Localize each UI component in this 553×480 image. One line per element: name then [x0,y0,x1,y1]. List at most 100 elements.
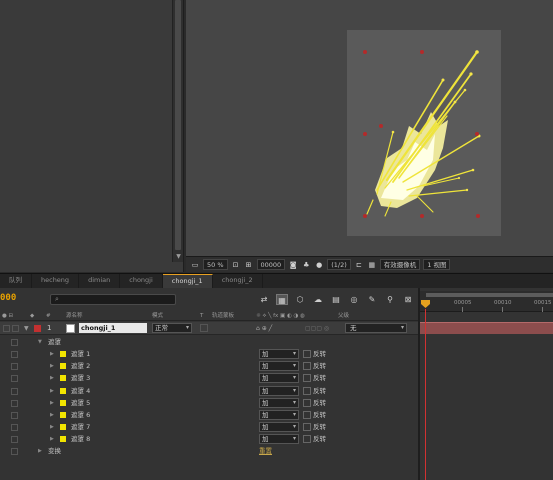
layer-duration-bar[interactable] [420,322,553,334]
parent-pickwhip-icon[interactable]: ▢▢▢ ◎ [305,322,329,335]
mask-row[interactable]: ▶ 遮罩 6 加 反转 [0,409,418,421]
layer-mode-dropdown[interactable]: 正常 [152,323,192,333]
mask-name[interactable]: 遮罩 1 [71,348,90,360]
grid-icon[interactable]: ⊞ [244,260,254,270]
expand-triangle-icon[interactable]: ▼ [24,322,29,335]
mask-name[interactable]: 遮罩 2 [71,360,90,372]
graph-editor-icon[interactable]: ⊠ [402,294,414,305]
mask-mode-dropdown[interactable]: 加 [259,434,299,445]
mask-visibility-box[interactable] [11,436,18,444]
mask-expand-icon[interactable]: ▶ [50,348,54,360]
show-snapshot-icon[interactable]: ♣ [301,260,311,270]
mask-row[interactable]: ▶ 遮罩 1 加 反转 [0,348,418,360]
masks-group-row[interactable]: ▼ 遮罩 [0,336,418,348]
live-update-icon[interactable]: ▦ [276,294,288,305]
mask-name[interactable]: 遮罩 4 [71,385,90,397]
timeline-timecode[interactable]: 000 [0,293,16,303]
composition-canvas[interactable] [347,30,501,236]
mask-invert-checkbox[interactable] [303,350,311,358]
mask-mode-dropdown[interactable]: 加 [259,385,299,396]
mask-expand-icon[interactable]: ▶ [50,421,54,433]
mask-color-chip[interactable] [60,424,66,431]
tab-chongji-1[interactable]: chongji_1 [162,274,213,288]
transform-visibility-box[interactable] [11,448,18,455]
mask-name[interactable]: 遮罩 7 [71,421,90,433]
mask-expand-icon[interactable]: ▶ [50,409,54,421]
display-icon[interactable]: ▭ [190,260,200,270]
project-scrollbar[interactable]: ▼ [172,0,183,262]
auto-keyframe-icon[interactable]: ⚲ [384,294,396,305]
mask-color-chip[interactable] [60,399,66,406]
source-name-header[interactable]: 源名称 [66,312,83,321]
mask-visibility-box[interactable] [11,363,18,371]
camera-snapshot-icon[interactable]: ◙ [288,260,298,270]
mask-invert-checkbox[interactable] [303,423,311,432]
layer-graph-area[interactable] [420,335,553,480]
mask-row[interactable]: ▶ 遮罩 5 加 反转 [0,397,418,409]
roi-icon[interactable]: ⊏ [354,260,364,270]
layer-name[interactable]: chongji_1 [79,323,147,333]
mask-visibility-box[interactable] [11,399,18,407]
mask-name[interactable]: 遮罩 5 [71,397,90,409]
mask-color-chip[interactable] [60,363,66,370]
draft-3d-icon[interactable]: ⬡ [294,294,306,305]
time-ruler[interactable]: 00005 00010 00015 [420,291,553,312]
layer-search-input[interactable]: ⌕ [50,294,176,305]
tab-chongji-2[interactable]: chongji_2 [213,274,263,288]
transform-expand-icon[interactable]: ▶ [38,445,42,457]
lock-switch[interactable] [12,325,19,332]
video-switch[interactable] [3,325,10,332]
mask-color-chip[interactable] [60,436,66,443]
viewer-timecode[interactable]: 00000 [256,259,286,270]
tab-chongji[interactable]: chongji [120,274,163,288]
color-channel-icon[interactable]: ● [314,260,324,270]
fit-icon[interactable]: ⊡ [231,260,241,270]
masks-visibility-box[interactable] [11,339,18,346]
mask-row[interactable]: ▶ 遮罩 4 加 反转 [0,385,418,397]
zoom-dropdown[interactable]: 50 % [203,259,228,270]
motion-blur-icon[interactable]: ◎ [348,294,360,305]
shy-layers-icon[interactable]: ☁ [312,294,324,305]
mask-invert-checkbox[interactable] [303,435,311,444]
mask-mode-dropdown[interactable]: 加 [259,397,299,408]
mask-name[interactable]: 遮罩 8 [71,433,90,445]
mask-color-chip[interactable] [60,412,66,418]
tab-queue[interactable]: 队列 [0,274,32,288]
mask-invert-checkbox[interactable] [303,374,311,383]
mask-row[interactable]: ▶ 遮罩 8 加 反转 [0,433,418,445]
mask-visibility-box[interactable] [11,412,18,419]
mask-expand-icon[interactable]: ▶ [50,385,54,397]
mask-invert-checkbox[interactable] [303,398,311,407]
tab-hecheng[interactable]: hecheng [32,274,80,288]
mask-visibility-box[interactable] [11,424,18,432]
brainstorm-icon[interactable]: ✎ [366,294,378,305]
scroll-down-arrow[interactable]: ▼ [173,252,184,262]
preserve-transparency-box[interactable] [200,324,208,332]
mask-name[interactable]: 遮罩 3 [71,372,90,384]
reset-link[interactable]: 重置 [259,445,272,457]
mask-visibility-box[interactable] [11,375,18,383]
mask-color-chip[interactable] [60,387,66,394]
mask-mode-dropdown[interactable]: 加 [259,410,299,420]
mask-mode-dropdown[interactable]: 加 [259,361,299,372]
mask-visibility-box[interactable] [11,351,18,358]
mask-name[interactable]: 遮罩 6 [71,409,90,421]
tab-dimian[interactable]: dimian [79,274,121,288]
frame-blending-icon[interactable]: ▤ [330,294,342,305]
mask-invert-checkbox[interactable] [303,386,311,395]
comp-mini-flowchart-icon[interactable]: ⇄ [258,294,270,305]
mask-invert-checkbox[interactable] [303,362,311,371]
mask-expand-icon[interactable]: ▶ [50,397,54,409]
masks-expand-icon[interactable]: ▼ [38,336,42,348]
mask-expand-icon[interactable]: ▶ [50,433,54,445]
camera-dropdown[interactable]: 有效摄像机 [379,259,421,270]
resolution-dropdown[interactable]: (1/2) [327,259,351,270]
mask-row[interactable]: ▶ 遮罩 2 加 反转 [0,360,418,372]
work-area-bar[interactable] [426,293,553,297]
mask-invert-checkbox[interactable] [303,411,311,419]
mask-mode-dropdown[interactable]: 加 [259,349,299,359]
mask-expand-icon[interactable]: ▶ [50,372,54,384]
scrollbar-thumb[interactable] [175,0,181,250]
mask-expand-icon[interactable]: ▶ [50,360,54,372]
mask-color-chip[interactable] [60,375,66,382]
